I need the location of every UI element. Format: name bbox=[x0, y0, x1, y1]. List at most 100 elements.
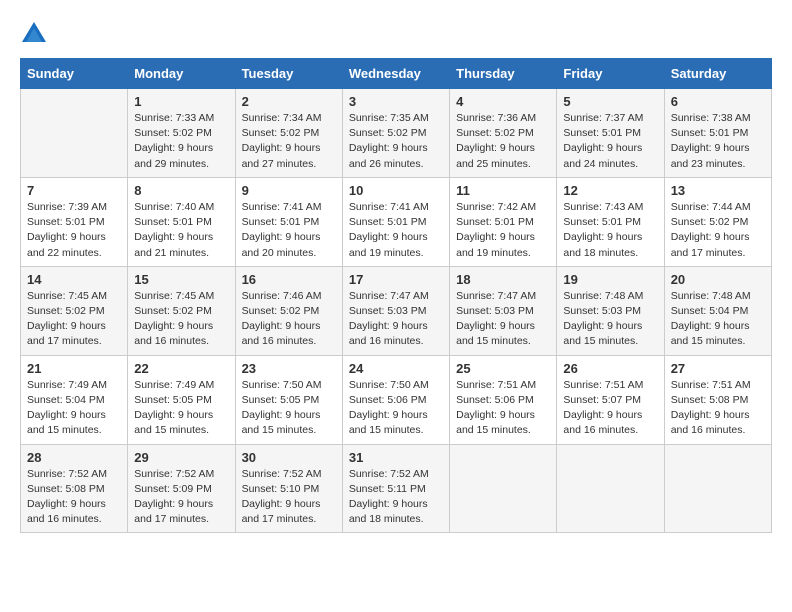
calendar-cell: 14 Sunrise: 7:45 AMSunset: 5:02 PMDayligh… bbox=[21, 266, 128, 355]
calendar-cell: 10Sunrise: 7:41 AMSunset: 5:01 PMDayligh… bbox=[342, 177, 449, 266]
day-number: 9 bbox=[242, 183, 336, 198]
day-info: Sunrise: 7:52 AMSunset: 5:10 PMDaylight:… bbox=[242, 467, 336, 528]
calendar-cell: 13Sunrise: 7:44 AMSunset: 5:02 PMDayligh… bbox=[664, 177, 771, 266]
day-number: 27 bbox=[671, 361, 765, 376]
calendar-cell: 29 Sunrise: 7:52 AMSunset: 5:09 PMDayligh… bbox=[128, 444, 235, 533]
calendar-cell: 7Sunrise: 7:39 AMSunset: 5:01 PMDaylight… bbox=[21, 177, 128, 266]
day-info: Sunrise: 7:36 AMSunset: 5:02 PMDaylight:… bbox=[456, 111, 550, 172]
col-header-friday: Friday bbox=[557, 59, 664, 89]
calendar-cell bbox=[557, 444, 664, 533]
day-number: 31 bbox=[349, 450, 443, 465]
day-info: Sunrise: 7:47 AMSunset: 5:03 PMDaylight:… bbox=[456, 289, 550, 350]
calendar-table: SundayMondayTuesdayWednesdayThursdayFrid… bbox=[20, 58, 772, 533]
calendar-cell bbox=[664, 444, 771, 533]
day-number: 16 bbox=[242, 272, 336, 287]
day-info: Sunrise: 7:52 AMSunset: 5:08 PMDaylight:… bbox=[27, 467, 121, 528]
day-number: 18 bbox=[456, 272, 550, 287]
day-number: 20 bbox=[671, 272, 765, 287]
day-info: Sunrise: 7:49 AMSunset: 5:04 PMDaylight:… bbox=[27, 378, 121, 439]
day-info: Sunrise: 7:45 AMSunset: 5:02 PMDaylight:… bbox=[27, 289, 121, 350]
calendar-cell: 18 Sunrise: 7:47 AMSunset: 5:03 PMDayligh… bbox=[450, 266, 557, 355]
day-number: 7 bbox=[27, 183, 121, 198]
col-header-sunday: Sunday bbox=[21, 59, 128, 89]
calendar-cell: 27 Sunrise: 7:51 AMSunset: 5:08 PMDayligh… bbox=[664, 355, 771, 444]
day-number: 4 bbox=[456, 94, 550, 109]
calendar-cell: 17 Sunrise: 7:47 AMSunset: 5:03 PMDayligh… bbox=[342, 266, 449, 355]
day-number: 1 bbox=[134, 94, 228, 109]
page-header bbox=[20, 20, 772, 48]
calendar-cell: 30 Sunrise: 7:52 AMSunset: 5:10 PMDayligh… bbox=[235, 444, 342, 533]
calendar-cell: 8 Sunrise: 7:40 AMSunset: 5:01 PMDaylight… bbox=[128, 177, 235, 266]
calendar-cell: 31Sunrise: 7:52 AMSunset: 5:11 PMDayligh… bbox=[342, 444, 449, 533]
col-header-monday: Monday bbox=[128, 59, 235, 89]
day-number: 17 bbox=[349, 272, 443, 287]
day-number: 29 bbox=[134, 450, 228, 465]
calendar-week-row: 21 Sunrise: 7:49 AMSunset: 5:04 PMDayligh… bbox=[21, 355, 772, 444]
day-info: Sunrise: 7:49 AMSunset: 5:05 PMDaylight:… bbox=[134, 378, 228, 439]
day-info: Sunrise: 7:33 AMSunset: 5:02 PMDaylight:… bbox=[134, 111, 228, 172]
col-header-saturday: Saturday bbox=[664, 59, 771, 89]
calendar-cell: 3 Sunrise: 7:35 AMSunset: 5:02 PMDaylight… bbox=[342, 89, 449, 178]
day-number: 15 bbox=[134, 272, 228, 287]
day-number: 8 bbox=[134, 183, 228, 198]
day-info: Sunrise: 7:51 AMSunset: 5:08 PMDaylight:… bbox=[671, 378, 765, 439]
day-info: Sunrise: 7:35 AMSunset: 5:02 PMDaylight:… bbox=[349, 111, 443, 172]
day-info: Sunrise: 7:51 AMSunset: 5:06 PMDaylight:… bbox=[456, 378, 550, 439]
calendar-week-row: 7Sunrise: 7:39 AMSunset: 5:01 PMDaylight… bbox=[21, 177, 772, 266]
day-info: Sunrise: 7:40 AMSunset: 5:01 PMDaylight:… bbox=[134, 200, 228, 261]
day-number: 6 bbox=[671, 94, 765, 109]
calendar-cell: 1 Sunrise: 7:33 AMSunset: 5:02 PMDaylight… bbox=[128, 89, 235, 178]
day-number: 21 bbox=[27, 361, 121, 376]
calendar-cell: 6 Sunrise: 7:38 AMSunset: 5:01 PMDaylight… bbox=[664, 89, 771, 178]
day-number: 28 bbox=[27, 450, 121, 465]
calendar-cell: 19Sunrise: 7:48 AMSunset: 5:03 PMDayligh… bbox=[557, 266, 664, 355]
calendar-week-row: 1 Sunrise: 7:33 AMSunset: 5:02 PMDaylight… bbox=[21, 89, 772, 178]
calendar-cell: 16 Sunrise: 7:46 AMSunset: 5:02 PMDayligh… bbox=[235, 266, 342, 355]
day-info: Sunrise: 7:47 AMSunset: 5:03 PMDaylight:… bbox=[349, 289, 443, 350]
calendar-cell: 28 Sunrise: 7:52 AMSunset: 5:08 PMDayligh… bbox=[21, 444, 128, 533]
day-number: 11 bbox=[456, 183, 550, 198]
day-number: 5 bbox=[563, 94, 657, 109]
day-info: Sunrise: 7:46 AMSunset: 5:02 PMDaylight:… bbox=[242, 289, 336, 350]
calendar-cell bbox=[450, 444, 557, 533]
day-number: 24 bbox=[349, 361, 443, 376]
calendar-cell: 11 Sunrise: 7:42 AMSunset: 5:01 PMDayligh… bbox=[450, 177, 557, 266]
day-info: Sunrise: 7:45 AMSunset: 5:02 PMDaylight:… bbox=[134, 289, 228, 350]
calendar-cell: 9 Sunrise: 7:41 AMSunset: 5:01 PMDaylight… bbox=[235, 177, 342, 266]
col-header-tuesday: Tuesday bbox=[235, 59, 342, 89]
calendar-cell: 15 Sunrise: 7:45 AMSunset: 5:02 PMDayligh… bbox=[128, 266, 235, 355]
calendar-cell: 26 Sunrise: 7:51 AMSunset: 5:07 PMDayligh… bbox=[557, 355, 664, 444]
logo-icon bbox=[20, 20, 48, 48]
day-number: 14 bbox=[27, 272, 121, 287]
day-info: Sunrise: 7:41 AMSunset: 5:01 PMDaylight:… bbox=[349, 200, 443, 261]
day-number: 25 bbox=[456, 361, 550, 376]
day-number: 13 bbox=[671, 183, 765, 198]
col-header-wednesday: Wednesday bbox=[342, 59, 449, 89]
day-number: 26 bbox=[563, 361, 657, 376]
calendar-cell: 25 Sunrise: 7:51 AMSunset: 5:06 PMDayligh… bbox=[450, 355, 557, 444]
calendar-week-row: 14 Sunrise: 7:45 AMSunset: 5:02 PMDayligh… bbox=[21, 266, 772, 355]
day-info: Sunrise: 7:34 AMSunset: 5:02 PMDaylight:… bbox=[242, 111, 336, 172]
logo bbox=[20, 20, 50, 48]
day-info: Sunrise: 7:52 AMSunset: 5:09 PMDaylight:… bbox=[134, 467, 228, 528]
day-number: 30 bbox=[242, 450, 336, 465]
calendar-cell: 20 Sunrise: 7:48 AMSunset: 5:04 PMDayligh… bbox=[664, 266, 771, 355]
day-number: 12 bbox=[563, 183, 657, 198]
day-number: 3 bbox=[349, 94, 443, 109]
day-info: Sunrise: 7:50 AMSunset: 5:06 PMDaylight:… bbox=[349, 378, 443, 439]
day-number: 23 bbox=[242, 361, 336, 376]
calendar-cell: 24 Sunrise: 7:50 AMSunset: 5:06 PMDayligh… bbox=[342, 355, 449, 444]
day-number: 2 bbox=[242, 94, 336, 109]
day-info: Sunrise: 7:42 AMSunset: 5:01 PMDaylight:… bbox=[456, 200, 550, 261]
day-info: Sunrise: 7:38 AMSunset: 5:01 PMDaylight:… bbox=[671, 111, 765, 172]
day-info: Sunrise: 7:50 AMSunset: 5:05 PMDaylight:… bbox=[242, 378, 336, 439]
day-info: Sunrise: 7:48 AMSunset: 5:03 PMDaylight:… bbox=[563, 289, 657, 350]
calendar-cell: 21 Sunrise: 7:49 AMSunset: 5:04 PMDayligh… bbox=[21, 355, 128, 444]
day-info: Sunrise: 7:41 AMSunset: 5:01 PMDaylight:… bbox=[242, 200, 336, 261]
day-info: Sunrise: 7:48 AMSunset: 5:04 PMDaylight:… bbox=[671, 289, 765, 350]
calendar-cell: 23 Sunrise: 7:50 AMSunset: 5:05 PMDayligh… bbox=[235, 355, 342, 444]
calendar-week-row: 28 Sunrise: 7:52 AMSunset: 5:08 PMDayligh… bbox=[21, 444, 772, 533]
calendar-cell: 2 Sunrise: 7:34 AMSunset: 5:02 PMDaylight… bbox=[235, 89, 342, 178]
day-info: Sunrise: 7:51 AMSunset: 5:07 PMDaylight:… bbox=[563, 378, 657, 439]
calendar-cell: 12Sunrise: 7:43 AMSunset: 5:01 PMDayligh… bbox=[557, 177, 664, 266]
